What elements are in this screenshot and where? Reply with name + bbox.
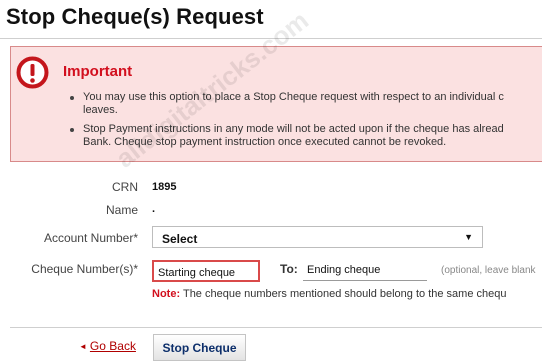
triangle-left-icon: ◄ xyxy=(79,342,87,351)
exclamation-circle-icon xyxy=(16,56,49,89)
to-label: To: xyxy=(280,262,298,276)
notice-item: You may use this option to place a Stop … xyxy=(66,91,542,117)
note-label: Note: xyxy=(152,288,181,300)
important-title: Important xyxy=(63,63,133,80)
starting-cheque-input[interactable]: Starting cheque xyxy=(152,260,260,282)
page-title: Stop Cheque(s) Request xyxy=(6,4,264,29)
stop-cheque-button[interactable]: Stop Cheque xyxy=(153,334,246,361)
crn-label: CRN xyxy=(112,180,138,194)
cheque-number-label: Cheque Number(s)* xyxy=(31,262,138,276)
triangle-down-icon: ▼ xyxy=(464,232,473,242)
name-value: . xyxy=(152,203,156,215)
optional-hint: (optional, leave blank xyxy=(441,265,536,276)
crn-value: 1895 xyxy=(152,181,177,193)
notice-text: leaves. xyxy=(83,104,118,116)
bottom-divider xyxy=(10,327,542,328)
go-back-label: Go Back xyxy=(89,339,136,353)
note-text: The cheque numbers mentioned should belo… xyxy=(182,288,507,300)
notice-text: You may use this option to place a Stop … xyxy=(83,91,504,103)
important-notice-box: Important You may use this option to pla… xyxy=(10,46,542,162)
ending-cheque-input[interactable]: Ending cheque xyxy=(303,259,427,281)
name-label: Name xyxy=(105,203,138,217)
go-back-link[interactable]: ◄ Go Back xyxy=(79,339,136,353)
cheque-note: Note: The cheque numbers mentioned shoul… xyxy=(152,288,506,300)
account-number-label: Account Number* xyxy=(43,231,138,245)
account-select-value: Select xyxy=(162,232,198,246)
account-number-select[interactable]: Select ▼ xyxy=(152,226,483,248)
